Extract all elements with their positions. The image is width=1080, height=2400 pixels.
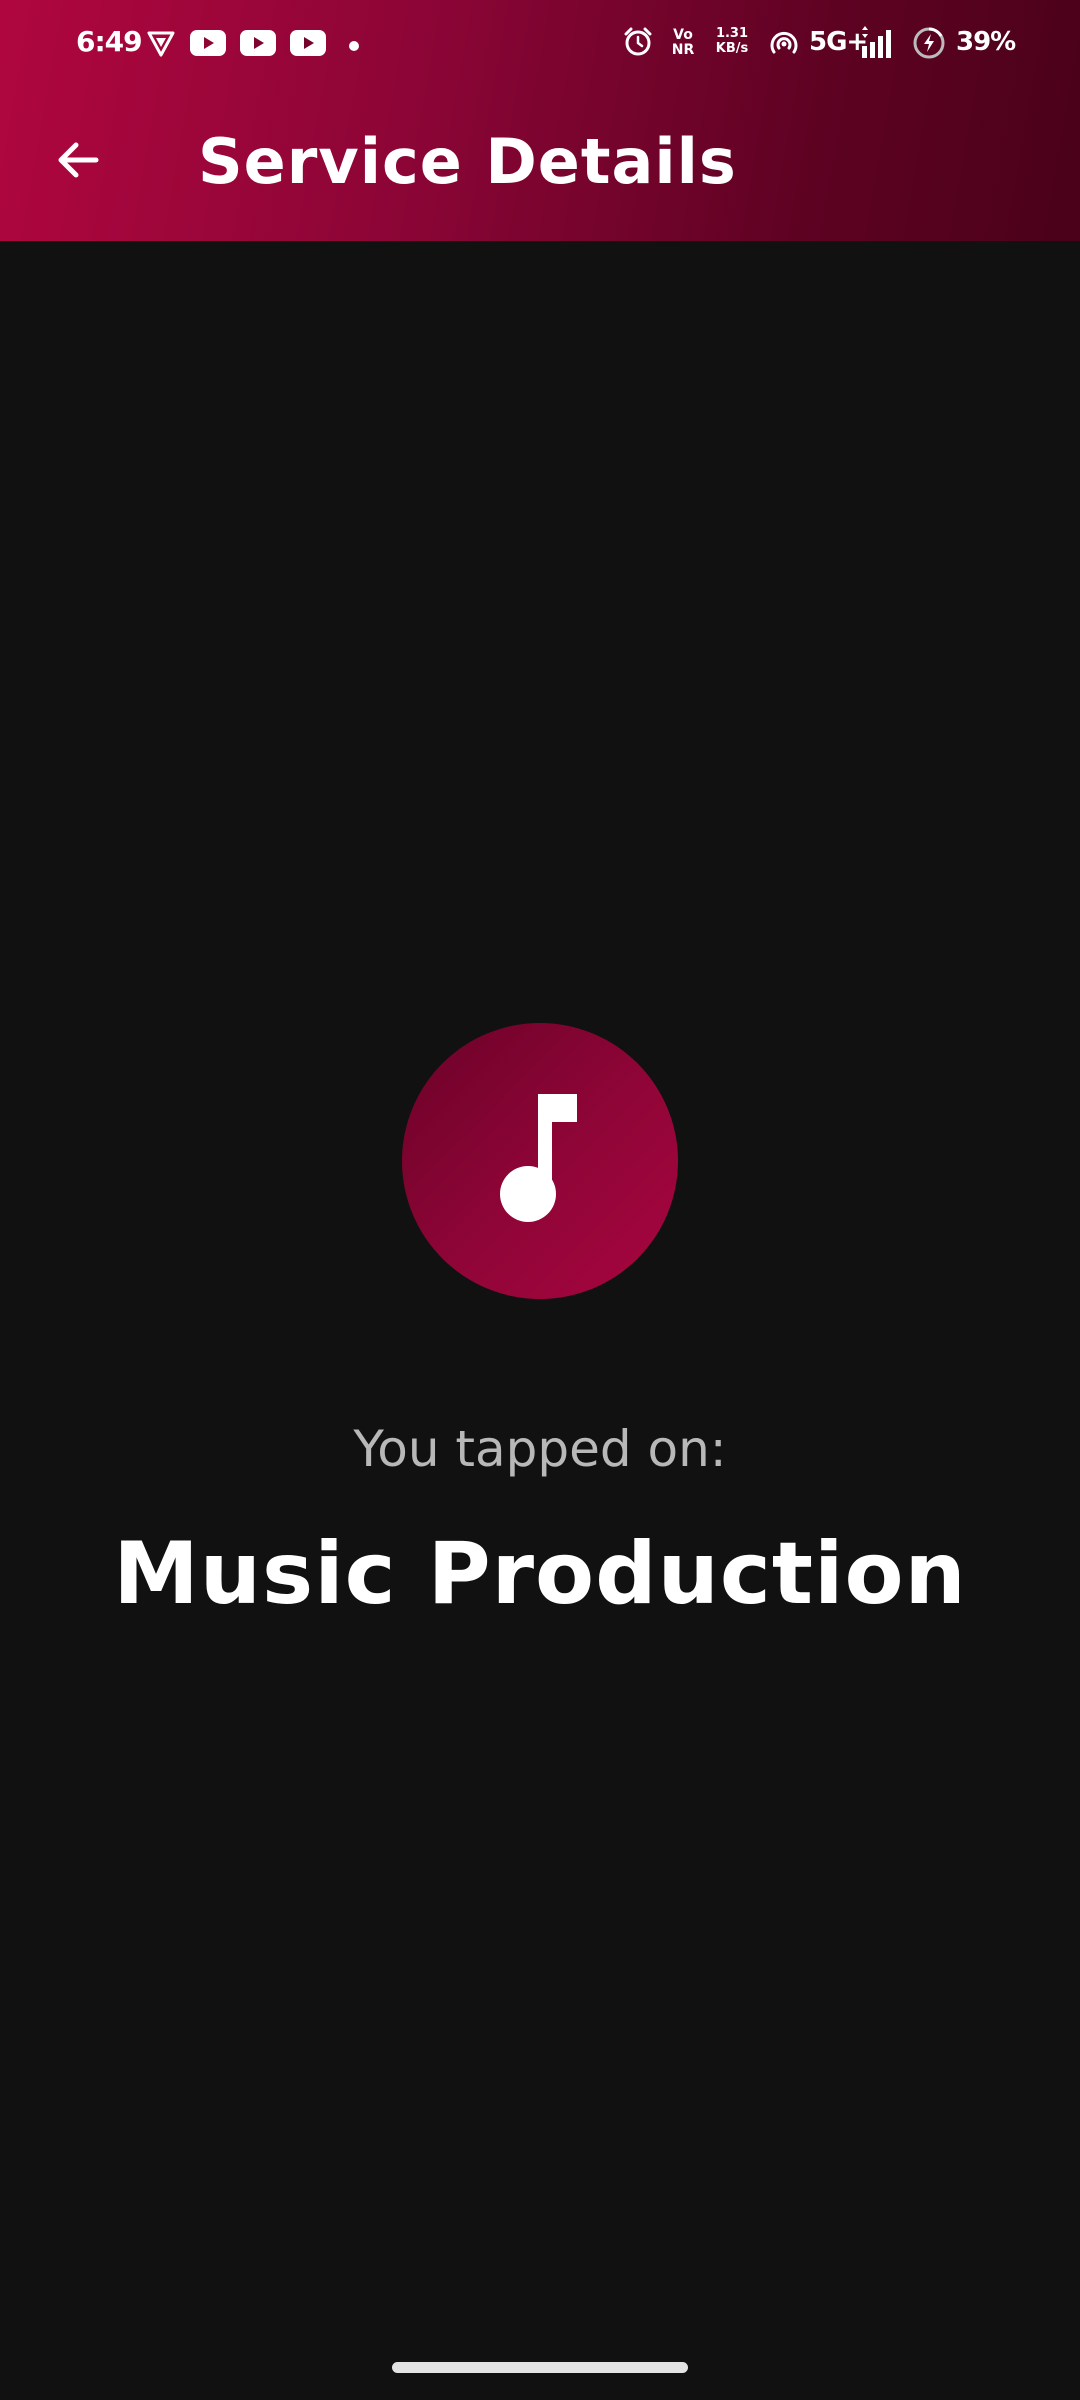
tapped-label: You tapped on: [353, 1420, 727, 1478]
back-button[interactable] [40, 124, 116, 200]
service-name: Music Production [113, 1524, 967, 1624]
network-type: 5G+ [809, 27, 868, 57]
app-bar: Service Details [0, 86, 1080, 241]
battery-percent: 39% [956, 27, 1016, 57]
volte-indicator: Vo NR [671, 27, 695, 58]
notification-dot-icon [348, 37, 360, 56]
hotspot-icon [768, 28, 800, 62]
youtube-icon [290, 30, 326, 60]
arrow-left-icon [54, 136, 102, 188]
youtube-icon [240, 30, 276, 60]
net-speed: 1.31 KB/s [715, 26, 749, 56]
battery-charging-icon [912, 26, 946, 64]
status-bar: 6:49 Vo NR 1.31 KB/s 5G+ 39% [0, 0, 1080, 86]
vpn-shield-icon [146, 28, 176, 62]
page-title: Service Details [198, 125, 737, 198]
alarm-icon [622, 26, 654, 62]
status-time: 6:49 [76, 25, 143, 58]
music-note-icon [485, 1094, 595, 1228]
youtube-icon [190, 30, 226, 60]
service-icon-badge [402, 1023, 678, 1299]
home-indicator[interactable] [392, 2362, 688, 2373]
header: 6:49 Vo NR 1.31 KB/s 5G+ 39% Service Det… [0, 0, 1080, 241]
signal-icon [860, 26, 894, 64]
